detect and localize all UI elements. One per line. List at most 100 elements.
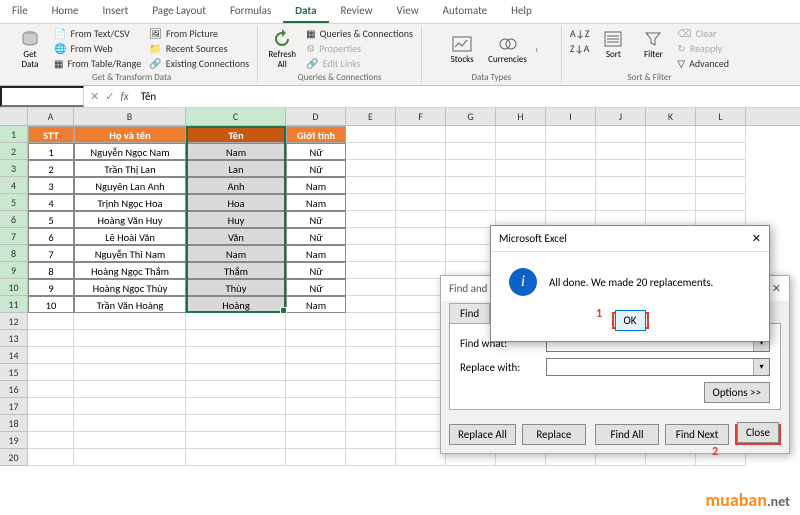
cell[interactable]: 5: [28, 211, 74, 228]
cell[interactable]: [546, 160, 596, 177]
cell[interactable]: Nam: [186, 143, 286, 160]
cell[interactable]: [646, 177, 696, 194]
replace-button[interactable]: Replace: [522, 424, 586, 445]
filter-button[interactable]: Filter: [635, 26, 671, 62]
cell[interactable]: Nguyên Lan Anh: [74, 177, 186, 194]
options-button[interactable]: Options >>: [704, 382, 770, 403]
col-header[interactable]: I: [546, 108, 596, 125]
row-header[interactable]: 19: [0, 432, 28, 449]
cell[interactable]: 8: [28, 262, 74, 279]
sort-button[interactable]: Sort: [595, 26, 631, 62]
cell[interactable]: [646, 143, 696, 160]
tab-help[interactable]: Help: [499, 0, 544, 23]
cell[interactable]: [396, 381, 446, 398]
cell[interactable]: Nguyễn Thi Nam: [74, 245, 186, 262]
enter-icon[interactable]: ✓: [105, 90, 114, 103]
cell[interactable]: [186, 364, 286, 381]
cell[interactable]: [446, 211, 496, 228]
col-header[interactable]: L: [696, 108, 746, 125]
cell[interactable]: [646, 160, 696, 177]
cell[interactable]: [446, 160, 496, 177]
cell[interactable]: [346, 313, 396, 330]
tab-automate[interactable]: Automate: [431, 0, 500, 23]
cell[interactable]: [496, 143, 546, 160]
cell[interactable]: Trịnh Ngọc Hoa: [74, 194, 186, 211]
row-header[interactable]: 11: [0, 296, 28, 313]
cell[interactable]: Nữ: [286, 279, 346, 296]
cell[interactable]: [596, 177, 646, 194]
cell[interactable]: Nữ: [286, 160, 346, 177]
sort-za[interactable]: Z↓A: [568, 41, 592, 56]
cell[interactable]: [596, 143, 646, 160]
table-header[interactable]: STT: [28, 126, 74, 143]
cell[interactable]: [286, 330, 346, 347]
cell[interactable]: [74, 313, 186, 330]
cell[interactable]: [396, 449, 446, 466]
row-header[interactable]: 4: [0, 177, 28, 194]
close-icon[interactable]: ✕: [772, 282, 781, 295]
cell[interactable]: [74, 381, 186, 398]
cell[interactable]: [74, 415, 186, 432]
cell[interactable]: [446, 143, 496, 160]
cell[interactable]: [28, 347, 74, 364]
find-next-button[interactable]: Find Next: [665, 424, 729, 445]
find-all-button[interactable]: Find All: [595, 424, 659, 445]
cell[interactable]: Trần Văn Hoàng: [74, 296, 186, 313]
cell[interactable]: Nam: [286, 245, 346, 262]
cell[interactable]: [74, 330, 186, 347]
cell[interactable]: [286, 398, 346, 415]
cell[interactable]: 1: [28, 143, 74, 160]
row-header[interactable]: 5: [0, 194, 28, 211]
cell[interactable]: [346, 296, 396, 313]
cell[interactable]: [186, 347, 286, 364]
cancel-icon[interactable]: ✕: [90, 90, 99, 103]
col-header[interactable]: D: [286, 108, 346, 125]
cell[interactable]: [28, 415, 74, 432]
cell[interactable]: [496, 126, 546, 143]
cell[interactable]: 7: [28, 245, 74, 262]
cell[interactable]: [596, 126, 646, 143]
cell[interactable]: [396, 211, 446, 228]
col-header[interactable]: E: [346, 108, 396, 125]
cell[interactable]: Trần Thị Lan: [74, 160, 186, 177]
cell[interactable]: [596, 194, 646, 211]
cell[interactable]: [74, 449, 186, 466]
cell[interactable]: [396, 194, 446, 211]
cell[interactable]: Nam: [286, 177, 346, 194]
row-header[interactable]: 6: [0, 211, 28, 228]
cell[interactable]: Thùy: [186, 279, 286, 296]
cell[interactable]: [396, 330, 446, 347]
cell[interactable]: [346, 143, 396, 160]
cell[interactable]: Lê Hoài Văn: [74, 228, 186, 245]
cell[interactable]: [346, 330, 396, 347]
cell[interactable]: [396, 415, 446, 432]
cell[interactable]: Thắm: [186, 262, 286, 279]
cell[interactable]: Hoàng Ngọc Thùy: [74, 279, 186, 296]
row-header[interactable]: 7: [0, 228, 28, 245]
cell[interactable]: [286, 347, 346, 364]
replace-all-button[interactable]: Replace All: [449, 424, 516, 445]
cell[interactable]: [446, 126, 496, 143]
cell[interactable]: [346, 364, 396, 381]
cell[interactable]: [186, 432, 286, 449]
cell[interactable]: [446, 177, 496, 194]
queries-connections[interactable]: ▦Queries & Connections: [304, 26, 415, 41]
from-picture[interactable]: 🖼From Picture: [147, 26, 251, 41]
cell[interactable]: [28, 364, 74, 381]
cell[interactable]: [346, 262, 396, 279]
cell[interactable]: [346, 432, 396, 449]
row-header[interactable]: 18: [0, 415, 28, 432]
row-header[interactable]: 14: [0, 347, 28, 364]
name-box[interactable]: [0, 86, 84, 107]
reapply-filter[interactable]: ↻Reapply: [675, 41, 731, 56]
close-button[interactable]: Close: [737, 422, 779, 443]
cell[interactable]: 3: [28, 177, 74, 194]
cell[interactable]: [28, 330, 74, 347]
cell[interactable]: [396, 262, 446, 279]
tab-formulas[interactable]: Formulas: [218, 0, 283, 23]
cell[interactable]: [346, 211, 396, 228]
cell[interactable]: [28, 381, 74, 398]
properties[interactable]: ⚙Properties: [304, 41, 415, 56]
cell[interactable]: [396, 160, 446, 177]
row-header[interactable]: 15: [0, 364, 28, 381]
